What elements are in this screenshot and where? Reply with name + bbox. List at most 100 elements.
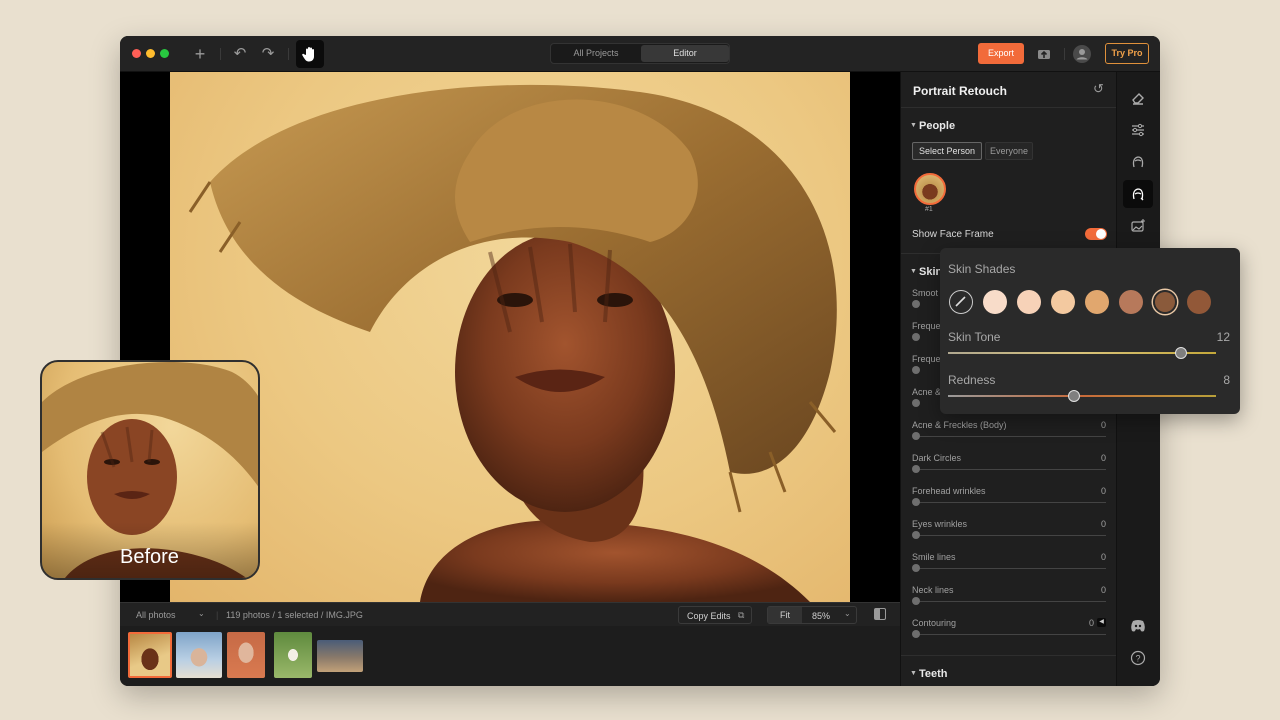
- maximize-window-button[interactable]: [160, 49, 169, 58]
- discord-icon[interactable]: [1123, 612, 1153, 640]
- eraser-icon[interactable]: [1123, 84, 1153, 112]
- slider-label: Acne & Freckles (Body): [912, 420, 1007, 430]
- chevron-down-icon[interactable]: ⌄: [198, 609, 205, 618]
- try-pro-button[interactable]: Try Pro: [1105, 43, 1149, 64]
- slider-contouring[interactable]: Contouring 0 ◀: [912, 618, 1106, 648]
- undo-icon[interactable]: ↶: [230, 44, 250, 64]
- view-switcher: All Projects Editor: [550, 43, 730, 64]
- account-avatar-icon[interactable]: [1072, 44, 1092, 64]
- redo-icon[interactable]: ↷: [258, 44, 278, 64]
- fit-button[interactable]: Fit: [768, 607, 802, 623]
- tab-all-projects[interactable]: All Projects: [552, 45, 640, 62]
- skin-section-title[interactable]: Skin: [919, 266, 942, 278]
- skin-tone-value: 12: [1216, 330, 1230, 344]
- slider-label: Acne &: [912, 387, 942, 397]
- shade-swatch-1[interactable]: [983, 290, 1007, 314]
- slider-knob[interactable]: [912, 432, 920, 440]
- skin-tone-knob[interactable]: [1175, 347, 1188, 359]
- everyone-button[interactable]: Everyone: [985, 142, 1033, 160]
- slider-knob[interactable]: [912, 399, 920, 407]
- slider-neck-lines[interactable]: Neck lines 0: [912, 585, 1106, 615]
- upload-icon[interactable]: [1034, 44, 1054, 64]
- slider-label: Eyes wrinkles: [912, 519, 968, 529]
- slider-acne-face[interactable]: Acne &: [912, 387, 942, 417]
- redness-value: 8: [1223, 373, 1230, 387]
- slider-frequency-2[interactable]: Freque: [912, 354, 942, 384]
- shade-swatch-2[interactable]: [1017, 290, 1041, 314]
- no-shade-swatch[interactable]: [949, 290, 973, 314]
- redness-track[interactable]: [948, 395, 1216, 397]
- select-person-button[interactable]: Select Person: [912, 142, 982, 160]
- face-icon[interactable]: [1123, 148, 1153, 176]
- slider-smile-lines[interactable]: Smile lines 0: [912, 552, 1106, 582]
- hand-icon: [302, 47, 314, 62]
- album-select[interactable]: All photos: [136, 610, 176, 620]
- slider-knob[interactable]: [912, 564, 920, 572]
- portrait-retouch-icon[interactable]: [1123, 180, 1153, 208]
- compare-icon[interactable]: [874, 608, 886, 620]
- thumbnail[interactable]: [274, 632, 312, 678]
- slider-knob[interactable]: [912, 366, 920, 374]
- slider-dark-circles[interactable]: Dark Circles 0: [912, 453, 1106, 483]
- image-enhance-icon[interactable]: [1123, 212, 1153, 240]
- title-bar: + ↶ ↷ All Projects Editor Export Try Pro: [120, 36, 1160, 72]
- shade-swatch-4[interactable]: [1085, 290, 1109, 314]
- slider-eyes-wrinkles[interactable]: Eyes wrinkles 0: [912, 519, 1106, 549]
- popover-title: Skin Shades: [948, 262, 1016, 276]
- tab-editor[interactable]: Editor: [641, 45, 729, 62]
- slider-track[interactable]: [916, 601, 1106, 602]
- people-section-title[interactable]: People: [919, 120, 955, 132]
- export-button[interactable]: Export: [978, 43, 1024, 64]
- face-frame-toggle[interactable]: [1085, 228, 1107, 240]
- thumbnail[interactable]: [176, 632, 222, 678]
- slider-label: Forehead wrinkles: [912, 486, 986, 496]
- caret-down-icon[interactable]: ▼: [910, 268, 917, 275]
- slider-knob[interactable]: [912, 498, 920, 506]
- sliders-icon[interactable]: [1123, 116, 1153, 144]
- slider-track[interactable]: [916, 469, 1106, 470]
- slider-knob[interactable]: [912, 630, 920, 638]
- slider-value: 0: [1100, 519, 1106, 529]
- copy-edits-button[interactable]: Copy Edits ⧉: [678, 606, 752, 624]
- minimize-window-button[interactable]: [146, 49, 155, 58]
- slider-track[interactable]: [916, 436, 1106, 437]
- help-icon[interactable]: ?: [1123, 644, 1153, 672]
- shade-swatch-6-selected[interactable]: [1153, 290, 1177, 314]
- slider-acne-body[interactable]: Acne & Freckles (Body) 0: [912, 420, 1106, 450]
- slider-smoothness[interactable]: Smoot: [912, 288, 942, 318]
- slider-frequency-1[interactable]: Freque: [912, 321, 942, 351]
- slider-knob[interactable]: [912, 531, 920, 539]
- thumbnail[interactable]: [227, 632, 265, 678]
- reset-icon[interactable]: ↺: [1093, 81, 1104, 97]
- slider-knob[interactable]: [912, 300, 920, 308]
- hand-tool-button[interactable]: [296, 40, 324, 68]
- slider-knob[interactable]: [912, 597, 920, 605]
- contour-toggle-icon[interactable]: ◀: [1097, 618, 1106, 627]
- thumbnail[interactable]: [317, 640, 363, 672]
- toolbar-divider: [288, 48, 289, 60]
- shade-swatch-5[interactable]: [1119, 290, 1143, 314]
- caret-down-icon[interactable]: ▼: [910, 670, 917, 677]
- person-avatar[interactable]: [914, 173, 946, 205]
- slider-track[interactable]: [916, 535, 1106, 536]
- redness-label: Redness: [948, 373, 996, 387]
- add-icon[interactable]: +: [190, 44, 210, 64]
- slider-value: 0: [1100, 486, 1106, 496]
- copy-edits-label: Copy Edits: [687, 611, 731, 621]
- caret-down-icon[interactable]: ▼: [910, 122, 917, 129]
- shade-swatch-7[interactable]: [1187, 290, 1211, 314]
- chevron-down-icon[interactable]: ⌄: [844, 609, 851, 618]
- slider-track[interactable]: [916, 634, 1106, 635]
- zoom-level[interactable]: 85%: [812, 611, 830, 621]
- shade-swatch-3[interactable]: [1051, 290, 1075, 314]
- thumbnail-selected[interactable]: [128, 632, 172, 678]
- slider-knob[interactable]: [912, 465, 920, 473]
- slider-track[interactable]: [916, 568, 1106, 569]
- redness-knob[interactable]: [1067, 390, 1080, 402]
- slider-forehead-wrinkles[interactable]: Forehead wrinkles 0: [912, 486, 1106, 516]
- close-window-button[interactable]: [132, 49, 141, 58]
- teeth-section-title[interactable]: Teeth: [919, 668, 948, 680]
- toolbar-divider: [1064, 48, 1065, 60]
- slider-track[interactable]: [916, 502, 1106, 503]
- slider-knob[interactable]: [912, 333, 920, 341]
